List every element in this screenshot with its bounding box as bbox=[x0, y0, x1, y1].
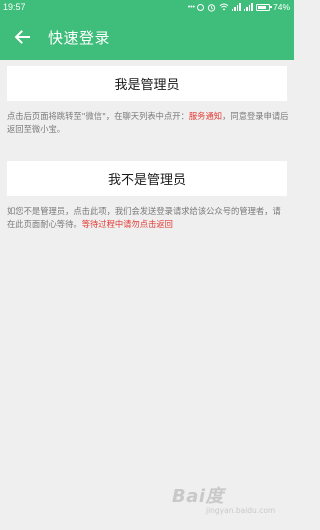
non-admin-login-button[interactable]: 我不是管理员 bbox=[7, 161, 287, 196]
quick-login-screen: 19:57 • • • 74% 快速登录 我是管理员 点击后页面将跳转至"微信"… bbox=[0, 0, 294, 530]
ring-icon bbox=[196, 3, 204, 11]
baidu-jingyan-watermark: Bai度 jingyan.baidu.com bbox=[172, 482, 282, 526]
status-time: 19:57 bbox=[3, 2, 26, 12]
dots-icon: • • • bbox=[187, 3, 195, 11]
watermark-logo: Bai度 bbox=[172, 486, 225, 507]
arrow-left-icon bbox=[14, 30, 30, 44]
battery-icon bbox=[255, 3, 272, 11]
status-icons: • • • 74% bbox=[188, 2, 290, 12]
wifi-icon bbox=[219, 3, 229, 11]
alarm-icon bbox=[207, 3, 216, 12]
battery-percent: 74% bbox=[272, 2, 290, 12]
signal-icon bbox=[231, 3, 241, 11]
page-title: 快速登录 bbox=[48, 28, 111, 47]
admin-login-description: 点击后页面将跳转至"微信"，在聊天列表中点开：服务通知，同意登录申请后返回至微小… bbox=[7, 111, 289, 134]
app-bar: 快速登录 bbox=[0, 14, 294, 60]
back-button[interactable] bbox=[0, 14, 44, 60]
status-bar: 19:57 • • • 74% bbox=[0, 0, 294, 14]
signal-icon bbox=[243, 3, 253, 11]
admin-login-label: 我是管理员 bbox=[114, 78, 180, 93]
non-admin-login-description: 如您不是管理员，点击此项，我们会发送登录请求给该公众号的管理者，请在此页面耐心等… bbox=[7, 206, 281, 229]
watermark-url: jingyan.baidu.com bbox=[206, 506, 276, 515]
wait-warning-highlight: 等待过程中请勿点击返回 bbox=[81, 219, 173, 229]
service-notice-highlight: 服务通知 bbox=[188, 111, 223, 121]
admin-login-button[interactable]: 我是管理员 bbox=[7, 66, 287, 101]
non-admin-login-label: 我不是管理员 bbox=[107, 173, 186, 188]
